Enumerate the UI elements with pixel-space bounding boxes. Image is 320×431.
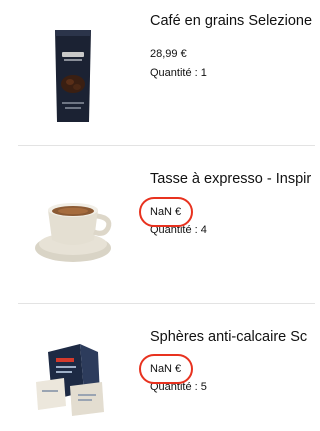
cart-list: Café en grains Selezione 28,99 € Quantit…: [0, 0, 315, 431]
espresso-cup-icon[interactable]: [18, 168, 128, 278]
descaler-pack-icon[interactable]: [18, 322, 128, 431]
item-title[interactable]: Sphères anti-calcaire Sc: [150, 328, 315, 346]
item-price: 28,99 €: [150, 48, 187, 60]
item-title[interactable]: Tasse à expresso - Inspir: [150, 170, 315, 188]
list-item[interactable]: Tasse à expresso - Inspir NaN € Quantité…: [0, 146, 315, 303]
price-highlight-circle: [139, 197, 193, 227]
list-item[interactable]: Café en grains Selezione 28,99 € Quantit…: [0, 0, 315, 145]
item-quantity: Quantité : 1: [150, 67, 207, 79]
item-title[interactable]: Café en grains Selezione: [150, 12, 315, 30]
coffee-bag-icon[interactable]: [18, 22, 128, 132]
list-item[interactable]: Sphères anti-calcaire Sc NaN € Quantité …: [0, 304, 315, 431]
price-highlight-circle: [139, 354, 193, 384]
